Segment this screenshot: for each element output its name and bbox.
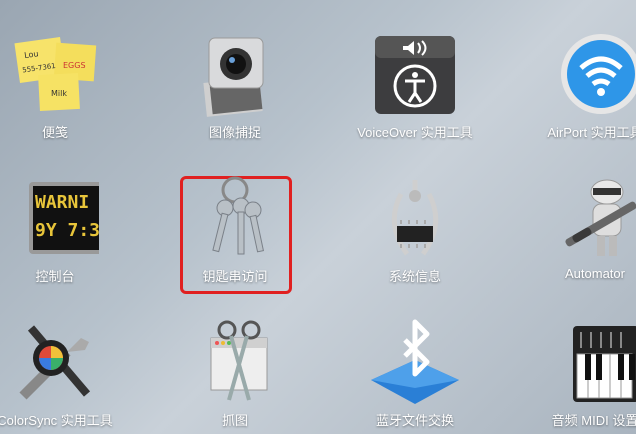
- app-label: ColorSync 实用工具: [0, 413, 113, 428]
- app-airport-utility[interactable]: AirPort 实用工具: [530, 30, 636, 141]
- console-icon: WARNI 9Y 7:36: [11, 174, 115, 262]
- app-keychain-access[interactable]: 钥匙串访问: [170, 174, 300, 285]
- wifi-icon: [551, 30, 636, 118]
- app-label: 便笺: [41, 125, 68, 140]
- camera-icon: [191, 30, 279, 118]
- app-image-capture[interactable]: 图像捕捉: [170, 30, 300, 141]
- app-voiceover-utility[interactable]: VoiceOver 实用工具: [350, 30, 480, 141]
- app-console[interactable]: WARNI 9Y 7:36 控制台: [0, 174, 120, 285]
- app-label: Automator: [565, 266, 625, 281]
- app-audio-midi-setup[interactable]: 音频 MIDI 设置: [530, 318, 636, 429]
- app-bluetooth-file-exchange[interactable]: 蓝牙文件交换: [350, 318, 480, 429]
- piano-keyboard-icon: [551, 318, 636, 406]
- app-label: 控制台: [35, 269, 75, 284]
- app-label: 蓝牙文件交换: [375, 413, 454, 428]
- app-label: 抓图: [221, 413, 248, 428]
- app-grab[interactable]: 抓图: [170, 318, 300, 429]
- app-label: 钥匙串访问: [202, 269, 268, 284]
- stickies-icon: Lou 555-7361 EGGS Milk: [11, 30, 99, 118]
- stickies-note-text-4: Milk: [51, 89, 67, 98]
- console-display-text-1: WARNI: [35, 192, 89, 213]
- voiceover-icon: [371, 30, 459, 118]
- app-stickies[interactable]: Lou 555-7361 EGGS Milk 便笺: [0, 30, 120, 141]
- app-system-information[interactable]: 系统信息: [350, 174, 480, 285]
- app-label: VoiceOver 实用工具: [357, 125, 473, 140]
- robot-icon: [551, 174, 636, 262]
- app-label: AirPort 实用工具: [547, 125, 636, 140]
- app-colorsync-utility[interactable]: ColorSync 实用工具: [0, 318, 120, 429]
- app-label: 系统信息: [388, 269, 441, 284]
- bluetooth-icon: [371, 318, 459, 406]
- keys-icon: [191, 174, 279, 262]
- console-display-text-2: 9Y 7:36: [35, 220, 99, 241]
- stickies-note-text-3: EGGS: [63, 61, 86, 70]
- app-label: 音频 MIDI 设置: [551, 413, 636, 428]
- colorsync-icon: [11, 318, 99, 406]
- app-label: 图像捕捉: [208, 125, 261, 140]
- app-automator[interactable]: Automator: [530, 174, 636, 281]
- scissors-icon: [191, 318, 279, 406]
- chip-caliper-icon: [371, 174, 459, 262]
